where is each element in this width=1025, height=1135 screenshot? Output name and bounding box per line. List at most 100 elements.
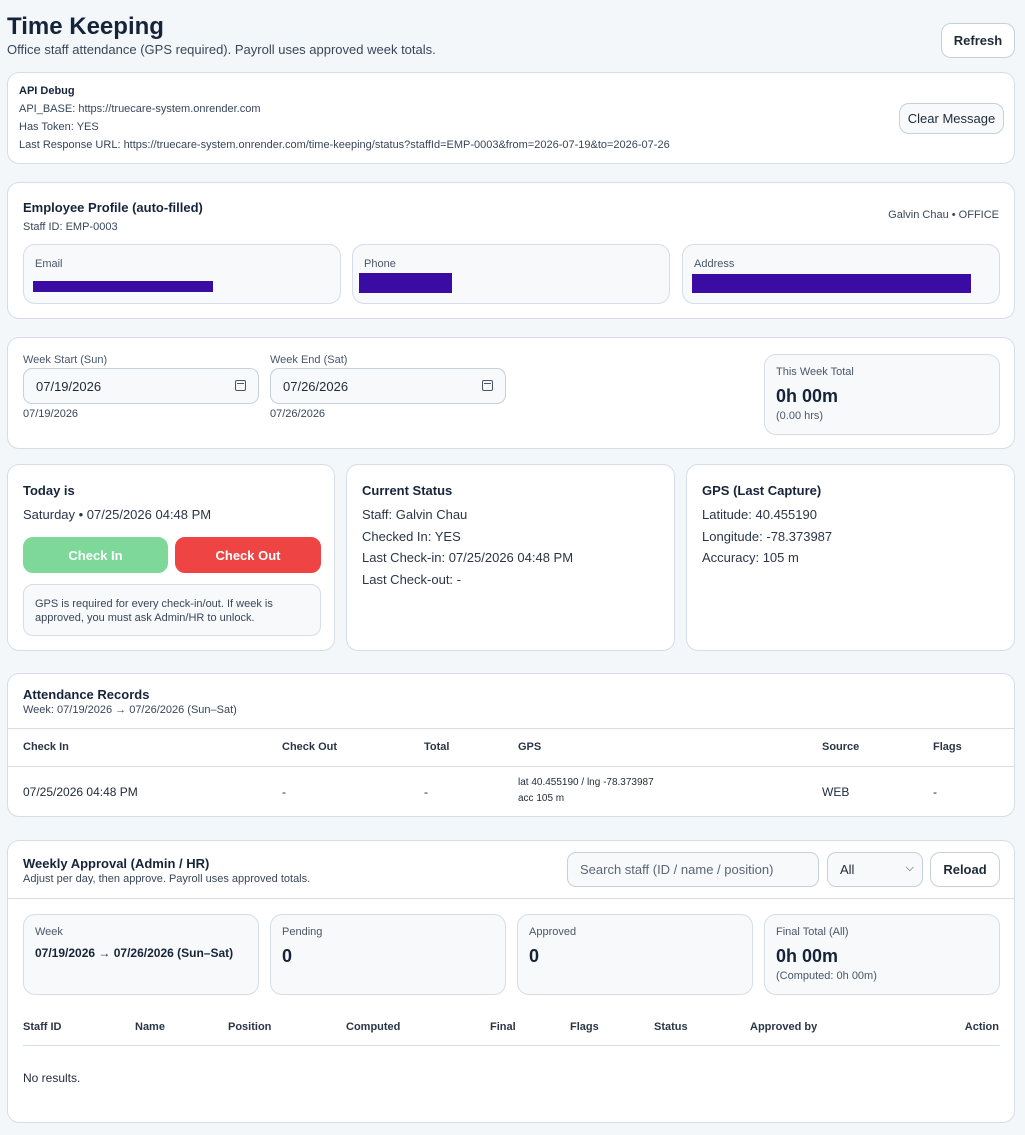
calendar-icon[interactable] [482,380,493,391]
email-label: Email [35,258,63,270]
staff-id: Staff ID: EMP-0003 [23,221,118,233]
page-subtitle: Office staff attendance (GPS required). … [7,42,436,57]
check-out-button[interactable]: Check Out [175,537,321,573]
col-check-in: Check In [23,741,69,753]
week-end-hint: 07/26/2026 [270,408,326,420]
week-total-value: 0h 00m [776,386,839,406]
col-name: Name [135,1021,165,1033]
row-source: WEB [822,785,850,799]
col-computed: Computed [346,1021,401,1033]
attendance-records-card: Attendance Records Week: 07/19/2026 → 07… [7,673,1015,817]
week-total-label: This Week Total [776,366,854,378]
row-gps-accuracy: acc 105 m [518,793,565,804]
status-title: Current Status [362,483,453,498]
stat-pending-value: 0 [282,946,293,966]
row-check-out: - [282,785,286,799]
divider [8,898,1014,899]
refresh-button[interactable]: Refresh [941,23,1015,58]
status-last-check-out: Last Check-out: - [362,572,462,587]
col-flags: Flags [570,1021,599,1033]
api-debug-title: API Debug [19,85,75,97]
token-value: YES [76,121,99,133]
page-title: Time Keeping [7,13,164,40]
email-field: Email [23,244,341,304]
col-action: Action [964,1021,999,1033]
week-start-label: Week Start (Sun) [23,354,108,366]
api-base-line: API_BASE: https://truecare-system.onrend… [19,103,261,115]
week-end-label: Week End (Sat) [270,354,348,366]
profile-name-role: Galvin Chau • OFFICE [888,209,999,221]
approval-title: Weekly Approval (Admin / HR) [23,856,210,871]
col-approved-by: Approved by [750,1021,818,1033]
divider [23,1045,1000,1046]
week-total-hrs: (0.00 hrs) [776,410,824,422]
phone-label: Phone [364,258,396,270]
today-card: Today is Saturday • 07/25/2026 04:48 PM … [7,464,335,651]
phone-redacted [359,273,452,293]
divider [8,766,1014,767]
status-last-check-in: Last Check-in: 07/25/2026 04:48 PM [362,550,574,565]
col-staff-id: Staff ID [23,1021,62,1033]
today-title: Today is [23,483,75,498]
stat-week-label: Week [35,926,63,938]
col-source: Source [822,741,860,753]
check-in-button[interactable]: Check In [23,537,168,573]
week-range-card: Week Start (Sun) 07/19/2026 07/19/2026 W… [7,337,1015,449]
phone-field: Phone [352,244,670,304]
records-title: Attendance Records [23,687,150,702]
stat-final-total: Final Total (All) 0h 00m (Computed: 0h 0… [764,914,1000,995]
stat-pending-label: Pending [282,926,323,938]
last-url-value: https://truecare-system.onrender.com/tim… [123,139,670,151]
calendar-icon[interactable] [235,380,246,391]
reload-button[interactable]: Reload [930,852,1000,887]
search-staff-input[interactable]: Search staff (ID / name / position) [567,852,819,887]
address-label: Address [694,258,735,270]
address-redacted [692,274,971,293]
col-final: Final [490,1021,516,1033]
gps-card: GPS (Last Capture) Latitude: 40.455190 L… [686,464,1015,651]
row-flags: - [933,785,937,799]
employee-profile-card: Employee Profile (auto-filled) Staff ID:… [7,182,1015,319]
row-total: - [424,785,428,799]
col-check-out: Check Out [282,741,338,753]
current-status-card: Current Status Staff: Galvin Chau Checke… [346,464,675,651]
stat-pending: Pending 0 [270,914,506,995]
last-url-line: Last Response URL: https://truecare-syst… [19,139,670,151]
chevron-down-icon: ⌵ [905,862,914,874]
gps-accuracy: Accuracy: 105 m [702,550,799,565]
stat-approved-value: 0 [529,946,540,966]
gps-latitude: Latitude: 40.455190 [702,507,817,522]
stat-approved-label: Approved [529,926,577,938]
stat-final-computed: (Computed: 0h 00m) [776,970,877,982]
col-flags: Flags [933,741,962,753]
week-start-input[interactable]: 07/19/2026 [23,368,259,404]
api-debug-card: API Debug API_BASE: https://truecare-sys… [7,72,1015,164]
col-gps: GPS [518,741,542,753]
approval-subtitle: Adjust per day, then approve. Payroll us… [23,873,311,885]
email-redacted [33,281,213,292]
week-end-input[interactable]: 07/26/2026 [270,368,506,404]
row-check-in: 07/25/2026 04:48 PM [23,785,138,799]
records-subtitle: Week: 07/19/2026 → 07/26/2026 (Sun–Sat) [23,704,237,716]
weekly-approval-card: Weekly Approval (Admin / HR) Adjust per … [7,840,1015,1123]
week-start-hint: 07/19/2026 [23,408,79,420]
gps-note: GPS is required for every check-in/out. … [23,584,321,636]
profile-title: Employee Profile (auto-filled) [23,200,203,215]
clear-message-button[interactable]: Clear Message [899,103,1004,134]
col-total: Total [424,741,450,753]
stat-approved: Approved 0 [517,914,753,995]
address-field: Address [682,244,1000,304]
api-base-value: https://truecare-system.onrender.com [78,103,261,115]
status-staff: Staff: Galvin Chau [362,507,468,522]
row-gps-coords: lat 40.455190 / lng -78.373987 [518,777,654,788]
stat-week: Week 07/19/2026 → 07/26/2026 (Sun–Sat) [23,914,259,995]
today-date: Saturday • 07/25/2026 04:48 PM [23,507,212,522]
empty-state: No results. [23,1071,81,1085]
col-position: Position [228,1021,272,1033]
gps-note-text: GPS is required for every check-in/out. … [35,598,273,624]
stat-final-value: 0h 00m [776,946,839,966]
status-filter-select[interactable]: All ⌵ [827,852,923,887]
gps-title: GPS (Last Capture) [702,483,822,498]
status-checked-in: Checked In: YES [362,529,461,544]
stat-final-label: Final Total (All) [776,926,849,938]
